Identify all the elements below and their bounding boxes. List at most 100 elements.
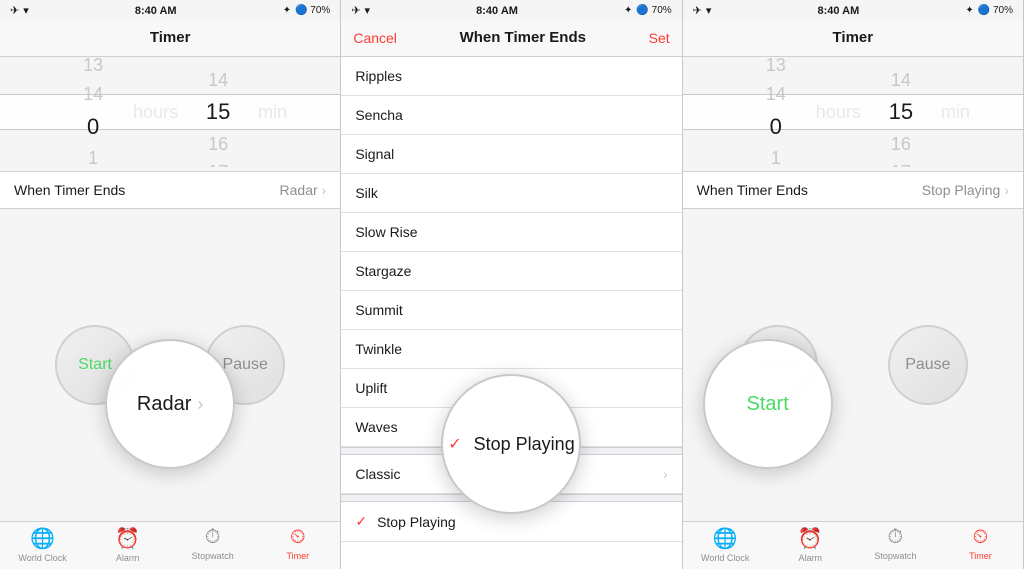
tab-alarm-label-3: Alarm [799, 553, 823, 563]
tab-timer-label-3: Timer [969, 551, 992, 561]
chevron-right-icon-3: › [1004, 182, 1009, 198]
min-item-16: 16 [178, 130, 258, 159]
panel-when-timer-ends: ✈ ▾ 8:40 AM ✦ 🔵 70% Cancel When Timer En… [341, 0, 682, 569]
tab-timer-1[interactable]: ⏲ Timer [255, 526, 340, 563]
tab-bar-1: 🌐 World Clock ⏰ Alarm ⏱ Stopwatch ⏲ Time… [0, 521, 340, 569]
alarm-icon-1: ⏰ [115, 526, 140, 551]
status-right-3: ✦ 🔵 70% [965, 5, 1013, 16]
nav-title-1: Timer [52, 29, 288, 46]
minutes-column-3[interactable]: 13 14 15 16 17 [861, 57, 941, 167]
tab-stopwatch-3[interactable]: ⏱ Stopwatch [853, 526, 938, 563]
hour-item-14-3: 14 [736, 80, 816, 109]
magnifier-chevron-1: › [197, 394, 203, 415]
magnifier-content-2: ✓ Stop Playing [448, 434, 574, 455]
timer-ends-value-1: Radar › [280, 182, 327, 198]
tab-world-clock-1[interactable]: 🌐 World Clock [0, 526, 85, 563]
list-item-silk[interactable]: Silk [341, 174, 681, 213]
min-item-15-3: 15 [861, 94, 941, 129]
silk-label: Silk [355, 185, 378, 201]
pause-button-3[interactable]: Pause [888, 325, 968, 405]
min-item-15: 15 [178, 94, 258, 129]
bluetooth-icon-2: ✦ [624, 5, 632, 16]
wifi-icon: ▾ [23, 4, 29, 17]
checkmark-icon: ✓ [355, 513, 367, 530]
bluetooth-icon-3: ✦ [965, 5, 973, 16]
cancel-button-2[interactable]: Cancel [353, 30, 397, 46]
nav-bar-1: Timer [0, 19, 340, 57]
timer-ends-row-3[interactable]: When Timer Ends Stop Playing › [683, 171, 1023, 209]
tab-stopwatch-1[interactable]: ⏱ Stopwatch [170, 526, 255, 563]
magnifier-content-1: Radar › [137, 393, 203, 416]
list-item-sencha[interactable]: Sencha [341, 96, 681, 135]
minutes-unit-1: min [258, 102, 287, 123]
min-item-13-3: 13 [861, 57, 941, 66]
battery-text-2: 🔵 70% [636, 5, 671, 16]
slow-rise-label: Slow Rise [355, 224, 417, 240]
ripples-label: Ripples [355, 68, 402, 84]
airplane-icon-3: ✈ [693, 4, 702, 17]
waves-label: Waves [355, 419, 397, 435]
signal-label: Signal [355, 146, 394, 162]
minutes-unit-3: min [941, 102, 970, 123]
magnifier-text-1: Radar [137, 393, 191, 416]
hours-column-3[interactable]: 12 13 14 0 1 2 [736, 57, 816, 167]
picker-columns-1[interactable]: 12 13 14 0 1 2 hours 13 14 15 16 17 min [0, 57, 340, 167]
tab-timer-label-1: Timer [286, 551, 309, 561]
list-item-slow-rise[interactable]: Slow Rise [341, 213, 681, 252]
hour-item-0: 0 [53, 109, 133, 144]
battery-text-3: 🔵 70% [978, 5, 1013, 16]
nav-title-3: Timer [735, 29, 971, 46]
timer-ends-label-1: When Timer Ends [14, 182, 125, 198]
set-button-2[interactable]: Set [649, 30, 670, 46]
picker-area-3[interactable]: 12 13 14 0 1 2 hours 13 14 15 16 17 min [683, 57, 1023, 167]
uplift-label: Uplift [355, 380, 387, 396]
list-item-twinkle[interactable]: Twinkle [341, 330, 681, 369]
world-clock-icon-1: 🌐 [30, 526, 55, 551]
status-right-2: ✦ 🔵 70% [624, 5, 672, 16]
status-bar-1: ✈ ▾ 8:40 AM ✦ 🔵 70% [0, 0, 340, 19]
battery-text-1: 🔵 70% [295, 5, 330, 16]
status-left-1: ✈ ▾ [10, 4, 29, 17]
min-item-16-3: 16 [861, 130, 941, 159]
tab-world-clock-label-3: World Clock [701, 553, 749, 563]
tab-bar-3: 🌐 World Clock ⏰ Alarm ⏱ Stopwatch ⏲ Time… [683, 521, 1023, 569]
nav-bar-2: Cancel When Timer Ends Set [341, 19, 681, 57]
tab-alarm-3[interactable]: ⏰ Alarm [768, 526, 853, 563]
list-item-signal[interactable]: Signal [341, 135, 681, 174]
magnifier-3: Start [703, 339, 833, 469]
sencha-label: Sencha [355, 107, 402, 123]
airplane-icon: ✈ [10, 4, 19, 17]
list-item-stargaze[interactable]: Stargaze [341, 252, 681, 291]
tab-world-clock-3[interactable]: 🌐 World Clock [683, 526, 768, 563]
panel-timer-stop: ✈ ▾ 8:40 AM ✦ 🔵 70% Timer 12 13 14 0 1 2… [683, 0, 1024, 569]
picker-columns-3[interactable]: 12 13 14 0 1 2 hours 13 14 15 16 17 min [683, 57, 1023, 167]
magnifier-text-2: Stop Playing [474, 434, 575, 455]
status-time-1: 8:40 AM [135, 5, 177, 17]
summit-label: Summit [355, 302, 402, 318]
magnifier-2: ✓ Stop Playing [441, 374, 581, 514]
hours-unit-1: hours [133, 102, 178, 123]
timer-ends-value-3: Stop Playing › [922, 182, 1009, 198]
timer-ends-row-1[interactable]: When Timer Ends Radar › [0, 171, 340, 209]
tab-alarm-1[interactable]: ⏰ Alarm [85, 526, 170, 563]
list-item-summit[interactable]: Summit [341, 291, 681, 330]
timer-ends-text-1: Radar [280, 182, 318, 198]
timer-icon-3: ⏲ [973, 526, 989, 549]
minutes-column[interactable]: 13 14 15 16 17 [178, 57, 258, 167]
tab-alarm-label-1: Alarm [116, 553, 140, 563]
tab-timer-3[interactable]: ⏲ Timer [938, 526, 1023, 563]
timer-ends-label-3: When Timer Ends [697, 182, 808, 198]
twinkle-label: Twinkle [355, 341, 402, 357]
status-time-2: 8:40 AM [476, 5, 518, 17]
magnifier-text-3: Start [747, 393, 789, 416]
nav-bar-3: Timer [683, 19, 1023, 57]
min-item-14: 14 [178, 66, 258, 95]
hours-column[interactable]: 12 13 14 0 1 2 [53, 57, 133, 167]
tab-stopwatch-label-1: Stopwatch [192, 551, 234, 561]
status-left-2: ✈ ▾ [351, 4, 370, 17]
stargaze-label: Stargaze [355, 263, 411, 279]
stopwatch-icon-1: ⏱ [205, 526, 221, 549]
list-item-ripples[interactable]: Ripples [341, 57, 681, 96]
picker-area-1[interactable]: 12 13 14 0 1 2 hours 13 14 15 16 17 min [0, 57, 340, 167]
panel-timer-main: ✈ ▾ 8:40 AM ✦ 🔵 70% Timer 12 13 14 0 1 2 [0, 0, 341, 569]
